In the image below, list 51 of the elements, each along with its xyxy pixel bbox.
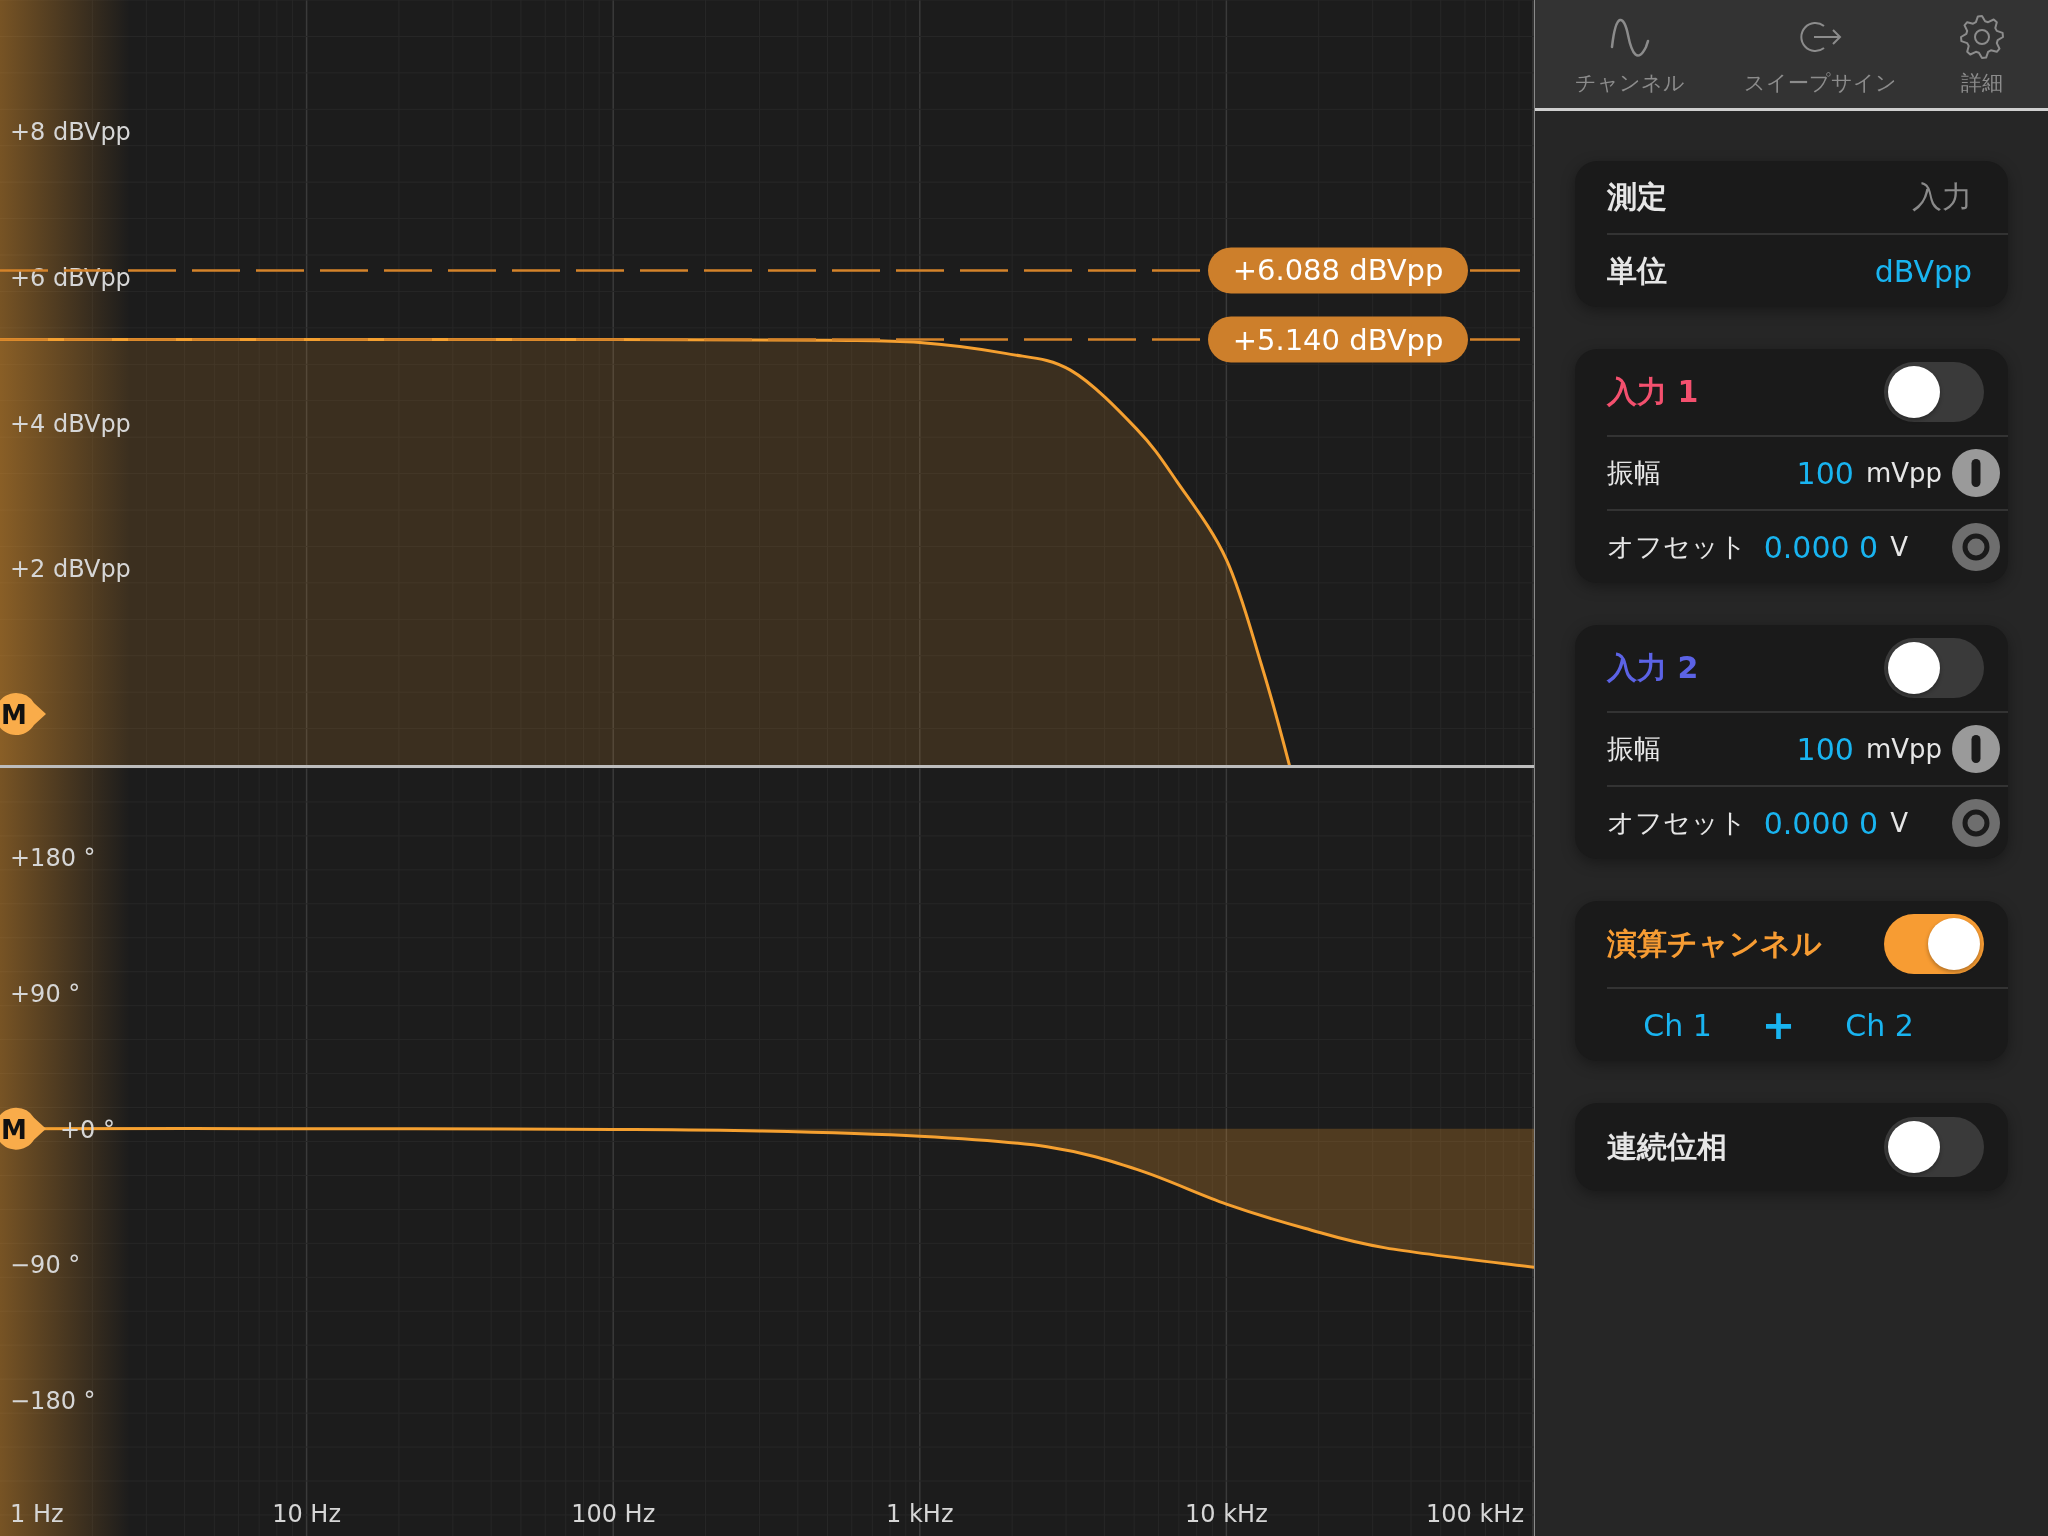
axis-label: +2 dBVpp <box>10 555 131 584</box>
ring-knob-icon[interactable] <box>1952 523 2000 571</box>
setting-value[interactable]: 100 <box>1796 455 1854 491</box>
frequency-label: 1 kHz <box>886 1500 954 1528</box>
marker-handle[interactable]: M <box>0 693 46 735</box>
level-line <box>1470 269 1520 272</box>
setting-label: 振幅 <box>1607 732 1661 766</box>
channel-title: 演算チャンネル <box>1607 924 1822 963</box>
operator-sign[interactable]: + <box>1761 1002 1796 1048</box>
setting-value[interactable]: dBVpp <box>1874 253 2000 289</box>
unit-label: V <box>1890 532 1908 562</box>
setting-value[interactable]: 0.000 0 <box>1763 805 1879 841</box>
axis-label: −180 ° <box>10 1387 96 1416</box>
level-line <box>1470 338 1520 341</box>
frequency-label: 1 Hz <box>10 1500 64 1528</box>
channel-title: 入力 2 <box>1607 648 1699 687</box>
level-readout: +6.088 dBVpp <box>1208 247 1468 294</box>
frequency-label: 10 Hz <box>272 1500 341 1528</box>
bar-knob-icon[interactable] <box>1952 725 2000 773</box>
tab[interactable]: チャンネル <box>1568 0 1691 108</box>
channel-title: 連続位相 <box>1607 1127 1727 1166</box>
channel-title: 入力 1 <box>1607 372 1699 411</box>
marker-handle[interactable]: M <box>0 1107 46 1150</box>
tab[interactable]: 詳細 <box>1950 0 2015 108</box>
setting-value[interactable]: 0.000 0 <box>1763 529 1879 565</box>
unit-label: V <box>1890 808 1908 838</box>
setting-label: オフセット <box>1607 530 1747 564</box>
setting-label: 測定 <box>1607 177 1667 216</box>
ring-knob-icon[interactable] <box>1952 799 2000 847</box>
unit-label: mVpp <box>1865 458 1942 488</box>
frequency-label: 10 kHz <box>1185 1500 1268 1528</box>
frequency-label: 100 kHz <box>1426 1500 1524 1528</box>
unit-label: mVpp <box>1865 734 1942 764</box>
channel-operand[interactable]: Ch 1 <box>1643 1002 1712 1048</box>
tab[interactable]: スイープサイン <box>1738 0 1903 108</box>
axis-label: +4 dBVpp <box>10 409 131 438</box>
frequency-label: 100 Hz <box>571 1500 656 1528</box>
setting-value[interactable]: 100 <box>1796 731 1854 767</box>
level-readout: +5.140 dBVpp <box>1208 316 1468 363</box>
axis-label: −90 ° <box>10 1251 81 1280</box>
axis-label: +6 dBVpp <box>10 263 131 292</box>
setting-label: オフセット <box>1607 806 1747 840</box>
setting-label: 振幅 <box>1607 456 1661 490</box>
bar-knob-icon[interactable] <box>1952 449 2000 497</box>
axis-label: +180 ° <box>10 844 96 873</box>
axis-label: +8 dBVpp <box>10 118 131 147</box>
channel-operand[interactable]: Ch 2 <box>1845 1002 1914 1048</box>
toggle-switch[interactable] <box>1884 914 1984 974</box>
setting-label: 単位 <box>1607 251 1667 290</box>
axis-label: +90 ° <box>10 979 81 1008</box>
setting-value: 入力 <box>1912 177 1973 216</box>
